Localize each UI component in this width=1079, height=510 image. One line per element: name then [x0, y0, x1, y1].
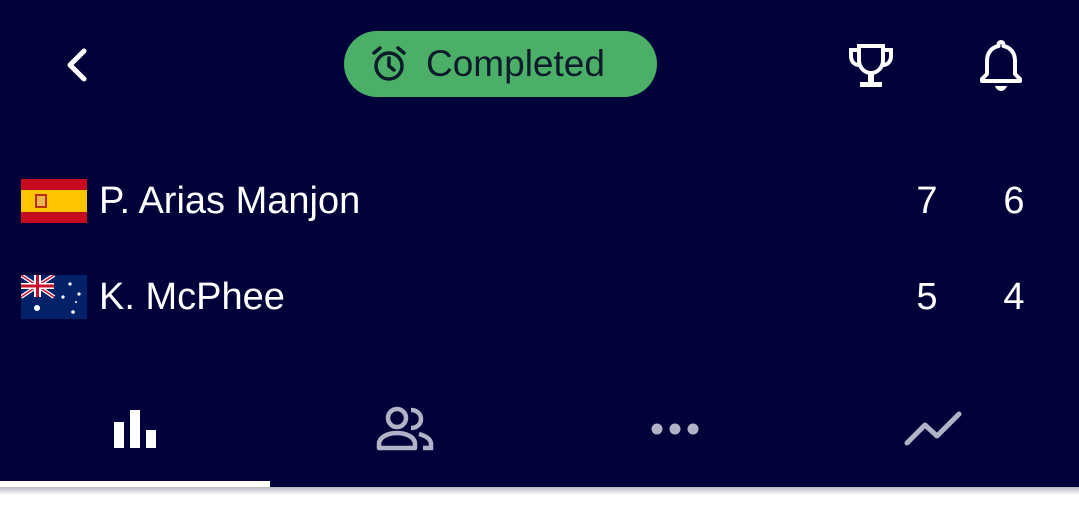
bottom-shadow [0, 487, 1079, 495]
australia-flag-icon [21, 275, 87, 319]
player-row[interactable]: P. Arias Manjon 7 6 [0, 166, 1079, 236]
set2-score: 6 [1003, 180, 1025, 222]
match-screen: Completed P. Arias Manjon 7 6 K. McPhee … [0, 0, 1079, 487]
player-name: P. Arias Manjon [99, 180, 361, 222]
tab-more[interactable] [540, 376, 810, 481]
top-bar: Completed [0, 0, 1079, 130]
bar-chart-icon [113, 409, 156, 448]
player-row[interactable]: K. McPhee 5 4 [0, 262, 1079, 332]
status-label: Completed [426, 43, 605, 84]
alarm-clock-icon [372, 46, 406, 81]
back-button[interactable] [52, 38, 102, 92]
trend-line-icon [904, 411, 962, 445]
more-horizontal-icon [651, 423, 699, 434]
chevron-left-icon [67, 48, 87, 82]
tab-bar [0, 376, 1079, 487]
tab-momentum[interactable] [798, 376, 1068, 481]
spain-flag-icon [21, 179, 87, 223]
set1-score: 7 [916, 180, 938, 222]
people-icon [376, 406, 434, 450]
trophy-icon [849, 44, 893, 87]
notifications-button[interactable] [972, 36, 1030, 96]
player-name: K. McPhee [99, 276, 285, 318]
tab-head-to-head[interactable] [270, 376, 540, 481]
tab-statistics[interactable] [0, 376, 270, 481]
set1-score: 5 [916, 276, 938, 318]
trophy-button[interactable] [842, 36, 900, 96]
set2-score: 4 [1003, 276, 1025, 318]
status-badge: Completed [344, 31, 657, 97]
bell-icon [980, 40, 1022, 91]
